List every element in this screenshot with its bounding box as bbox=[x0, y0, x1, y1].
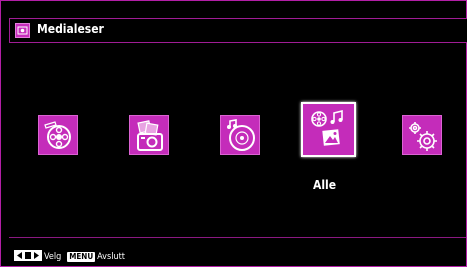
selected-tile-caption: Alle bbox=[313, 178, 337, 192]
gear-icon bbox=[409, 122, 437, 151]
settings-tile[interactable] bbox=[402, 115, 442, 155]
music-tile[interactable] bbox=[220, 115, 260, 155]
media-browser-window: Medialeser Alle Velg MENU Avslutt bbox=[0, 0, 467, 267]
exit-hint-label: Avslutt bbox=[97, 252, 125, 262]
page-title: Medialeser bbox=[37, 22, 104, 36]
title-bar: Medialeser bbox=[9, 18, 467, 43]
menu-key-icon: MENU bbox=[67, 252, 96, 262]
media-icon bbox=[15, 23, 30, 38]
select-hint-label: Velg bbox=[44, 252, 62, 262]
all-media-icon bbox=[311, 109, 343, 146]
music-disc-icon bbox=[227, 119, 255, 151]
footer-hints: Velg MENU Avslutt bbox=[14, 250, 131, 264]
photo-tile[interactable] bbox=[129, 115, 169, 155]
camera-photo-icon bbox=[137, 120, 163, 151]
film-reel-icon bbox=[44, 121, 71, 149]
left-right-arrow-keys-icon bbox=[14, 250, 42, 264]
all-media-tile[interactable] bbox=[301, 102, 356, 157]
footer-divider bbox=[9, 237, 466, 238]
video-tile[interactable] bbox=[38, 115, 78, 155]
